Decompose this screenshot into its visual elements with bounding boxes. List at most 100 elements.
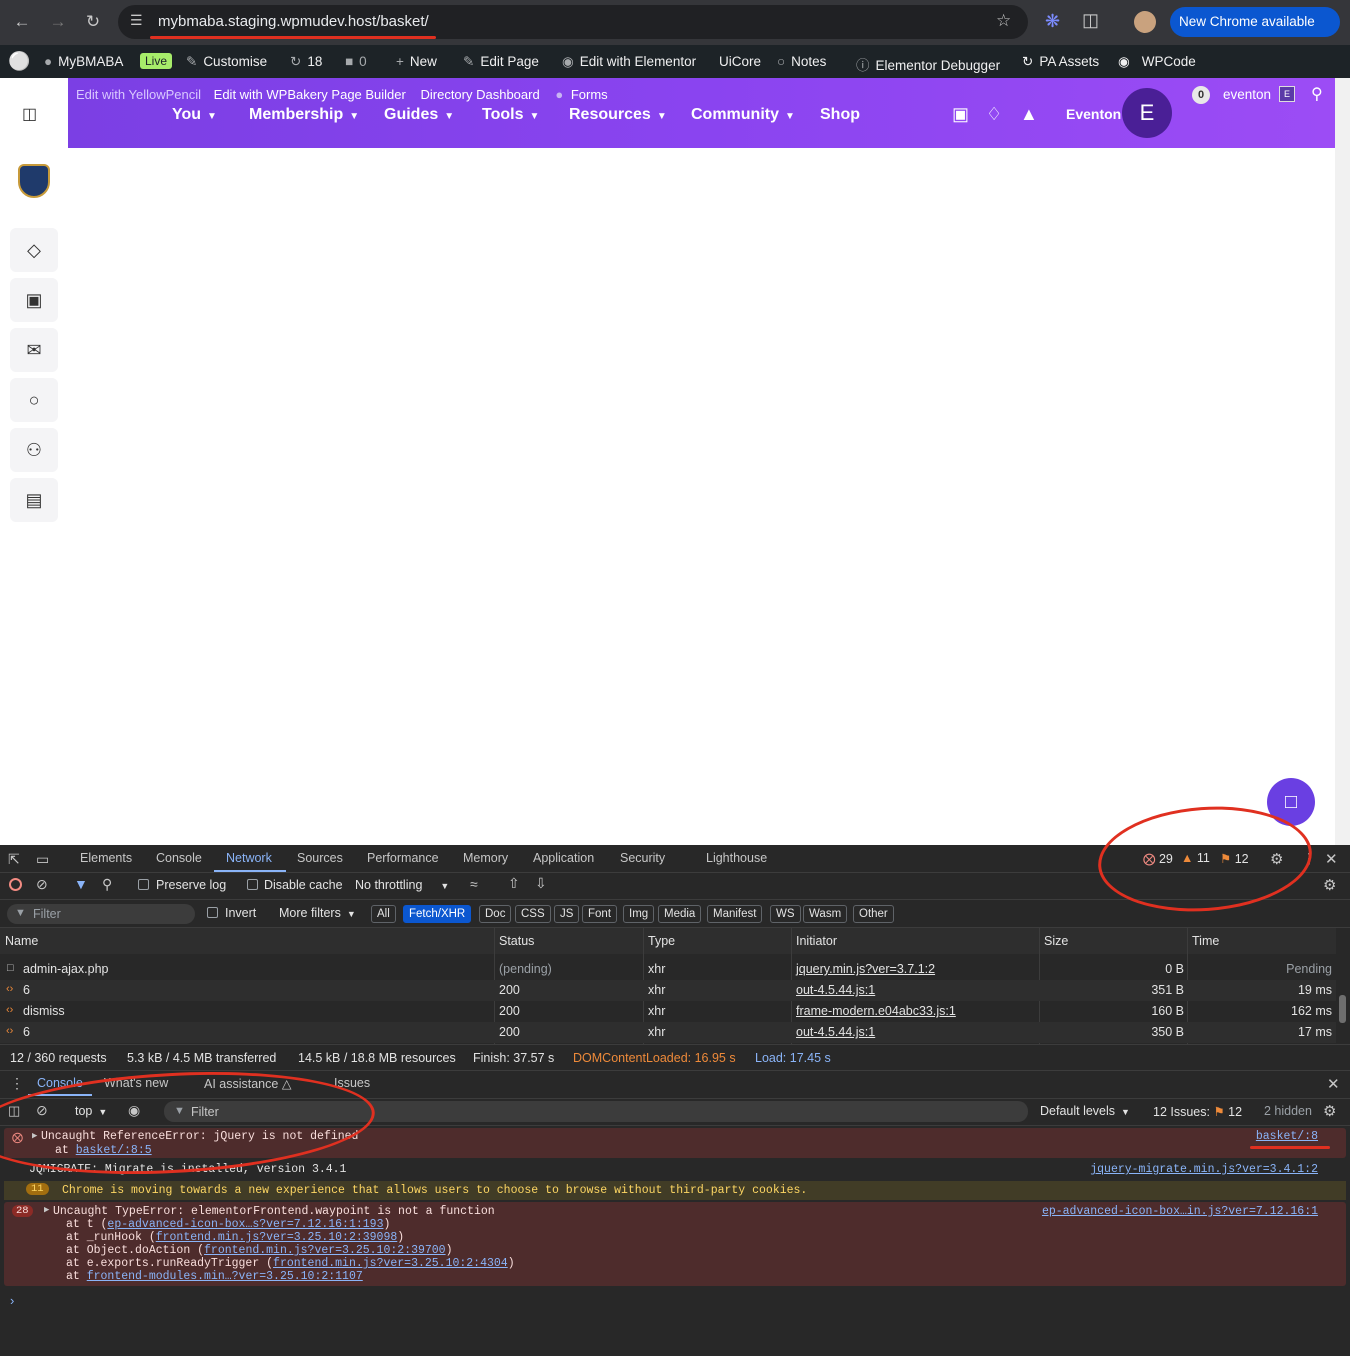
log-source-link[interactable]: jquery-migrate.min.js?ver=3.4.1:2 bbox=[1090, 1163, 1318, 1176]
export-har-icon[interactable]: ⇩ bbox=[535, 875, 547, 892]
sidebar-toggle-icon[interactable]: ◫ bbox=[22, 104, 37, 124]
stack-link[interactable]: frontend-modules.min…?ver=3.25.10:2:1107 bbox=[87, 1270, 363, 1283]
network-settings-icon[interactable]: ⚙ bbox=[1323, 876, 1336, 894]
drawer-menu-icon[interactable]: ⋮ bbox=[10, 1075, 24, 1092]
device-toolbar-icon[interactable]: ▭ bbox=[36, 851, 49, 868]
error-source-link[interactable]: basket/:8 bbox=[1256, 1130, 1318, 1143]
clear-icon[interactable]: ⊘ bbox=[36, 876, 48, 893]
type-filter-js[interactable]: JS bbox=[554, 905, 580, 923]
bell-icon[interactable]: ♢ bbox=[986, 104, 1002, 125]
sub-link-wpbakery[interactable]: Edit with WPBakery Page Builder bbox=[214, 87, 406, 102]
url-text[interactable]: mybmaba.staging.wpmudev.host/basket/ bbox=[158, 13, 429, 30]
site-logo-shield[interactable] bbox=[18, 164, 50, 198]
reload-icon[interactable]: ↻ bbox=[81, 10, 105, 34]
wp-edit-page[interactable]: ✎ Edit Page bbox=[463, 54, 539, 70]
type-filter-manifest[interactable]: Manifest bbox=[707, 905, 763, 923]
wp-uicore[interactable]: UiCore bbox=[719, 54, 761, 69]
issues-link[interactable]: 12 Issues: ⚑ 12 bbox=[1153, 1104, 1242, 1119]
wordpress-logo-icon[interactable]: ⚪ bbox=[8, 51, 30, 72]
stack-link[interactable]: frontend.min.js?ver=3.25.10:2:39700 bbox=[204, 1244, 446, 1257]
row-initiator[interactable]: out-4.5.44.js:1 bbox=[796, 983, 875, 997]
chat-bubble-icon[interactable]: ○ bbox=[10, 378, 58, 422]
stack-link[interactable]: ep-advanced-icon-box…s?ver=7.12.16:1:193 bbox=[107, 1218, 383, 1231]
table-row[interactable]: □ admin-ajax.php (pending) xhr jquery.mi… bbox=[0, 959, 1336, 980]
menu-membership[interactable]: Membership ▼ bbox=[249, 106, 359, 124]
tab-elements[interactable]: Elements bbox=[80, 851, 132, 865]
tab-application[interactable]: Application bbox=[533, 851, 594, 865]
address-bar[interactable]: ☰ mybmaba.staging.wpmudev.host/basket/ ☆ bbox=[118, 5, 1028, 39]
wp-customise[interactable]: ✎ Customise bbox=[186, 54, 267, 70]
sub-link-directory[interactable]: Directory Dashboard bbox=[420, 87, 539, 102]
console-warning-message[interactable]: 11 Chrome is moving towards a new experi… bbox=[4, 1181, 1346, 1200]
col-initiator[interactable]: Initiator bbox=[796, 934, 837, 948]
network-table-scrollbar[interactable] bbox=[1339, 995, 1346, 1023]
wp-elementor-debugger[interactable]: ⓘ Elementor Debugger bbox=[856, 54, 1000, 74]
wp-edit-elementor[interactable]: ◉ Edit with Elementor bbox=[562, 54, 696, 70]
menu-tools[interactable]: Tools ▼ bbox=[482, 106, 539, 124]
error-source-link[interactable]: ep-advanced-icon-box…in.js?ver=7.12.16:1 bbox=[1042, 1205, 1318, 1218]
tab-lighthouse[interactable]: Lighthouse bbox=[706, 851, 767, 865]
tab-sources[interactable]: Sources bbox=[297, 851, 343, 865]
tab-performance[interactable]: Performance bbox=[367, 851, 439, 865]
col-size[interactable]: Size bbox=[1044, 934, 1068, 948]
stack-link[interactable]: frontend.min.js?ver=3.25.10:2:4304 bbox=[273, 1257, 508, 1270]
tab-memory[interactable]: Memory bbox=[463, 851, 508, 865]
site-settings-icon[interactable]: ☰ bbox=[130, 12, 143, 29]
cart-icon[interactable]: ▲ bbox=[1020, 104, 1038, 125]
type-filter-doc[interactable]: Doc bbox=[479, 905, 512, 923]
chat-pulse-icon[interactable]: ✉ bbox=[10, 328, 58, 372]
console-settings-icon[interactable]: ⚙ bbox=[1323, 1102, 1336, 1120]
type-filter-other[interactable]: Other bbox=[853, 905, 894, 923]
wp-pa-assets[interactable]: ↻ PA Assets bbox=[1022, 54, 1099, 70]
import-har-icon[interactable]: ⇧ bbox=[508, 875, 520, 892]
sub-link-yellowpencil[interactable]: Edit with YellowPencil bbox=[76, 87, 201, 102]
tab-network[interactable]: Network bbox=[226, 851, 272, 865]
row-initiator[interactable]: frame-modern.e04abc33.js:1 bbox=[796, 1004, 956, 1018]
presentation-icon[interactable]: ▣ bbox=[10, 278, 58, 322]
sub-link-forms[interactable]: Forms bbox=[571, 87, 608, 102]
notification-count-badge[interactable]: 0 bbox=[1192, 86, 1210, 104]
wp-site-name[interactable]: ● MyBMABA bbox=[44, 54, 123, 69]
search-icon[interactable]: ⚲ bbox=[102, 876, 112, 893]
type-filter-img[interactable]: Img bbox=[623, 905, 655, 923]
stack-link[interactable]: frontend.min.js?ver=3.25.10:2:39098 bbox=[156, 1231, 398, 1244]
col-time[interactable]: Time bbox=[1192, 934, 1219, 948]
type-filter-css[interactable]: CSS bbox=[515, 905, 551, 923]
expand-triangle-icon[interactable]: ▶ bbox=[44, 1205, 49, 1215]
tab-console[interactable]: Console bbox=[156, 851, 202, 865]
extension-icon[interactable]: ❋ bbox=[1045, 11, 1060, 32]
diamond-icon[interactable]: ◇ bbox=[10, 228, 58, 272]
type-filter-font[interactable]: Font bbox=[582, 905, 618, 923]
wp-notes[interactable]: ○ Notes bbox=[777, 54, 826, 69]
preserve-log-checkbox[interactable] bbox=[138, 879, 149, 890]
type-filter-fetch-xhr[interactable]: Fetch/XHR bbox=[403, 905, 472, 923]
wp-wpcode[interactable]: ◉ WPCode bbox=[1118, 54, 1196, 70]
page-scrollbar[interactable] bbox=[1335, 78, 1350, 845]
type-filter-media[interactable]: Media bbox=[658, 905, 702, 923]
console-prompt-icon[interactable]: › bbox=[10, 1293, 14, 1308]
profile-avatar[interactable] bbox=[1134, 11, 1156, 33]
wp-updates[interactable]: ↻ 18 bbox=[290, 54, 322, 70]
console-error-message[interactable]: 28 ▶ Uncaught TypeError: elementorFronte… bbox=[4, 1202, 1346, 1286]
close-devtools-icon[interactable]: ✕ bbox=[1325, 850, 1338, 868]
type-filter-wasm[interactable]: Wasm bbox=[803, 905, 848, 923]
type-filter-all[interactable]: All bbox=[371, 905, 396, 923]
wp-user-name[interactable]: eventon bbox=[1223, 87, 1271, 102]
more-filters-button[interactable]: More filters ▼ bbox=[279, 906, 356, 920]
users-group-icon[interactable]: ⚇ bbox=[10, 428, 58, 472]
back-icon[interactable]: ← bbox=[10, 10, 34, 34]
forward-icon[interactable]: → bbox=[46, 10, 70, 34]
user-name[interactable]: Eventon bbox=[1066, 106, 1121, 122]
invert-checkbox[interactable] bbox=[207, 907, 218, 918]
tab-security[interactable]: Security bbox=[620, 851, 665, 865]
menu-you[interactable]: You ▼ bbox=[172, 106, 217, 124]
avatar[interactable]: E bbox=[1122, 88, 1172, 138]
menu-shop[interactable]: Shop bbox=[820, 106, 860, 124]
row-initiator[interactable]: out-4.5.44.js:1 bbox=[796, 1025, 875, 1039]
bookmark-star-icon[interactable]: ☆ bbox=[996, 11, 1011, 31]
table-row[interactable]: ‹› 6 200 xhr out-4.5.44.js:1 351 B 19 ms bbox=[0, 980, 1336, 1001]
disable-cache-checkbox[interactable] bbox=[247, 879, 258, 890]
filter-funnel-icon[interactable]: ▼ bbox=[74, 876, 88, 892]
inbox-icon[interactable]: ▣ bbox=[952, 104, 969, 125]
search-icon[interactable]: ⚲ bbox=[1311, 84, 1323, 104]
